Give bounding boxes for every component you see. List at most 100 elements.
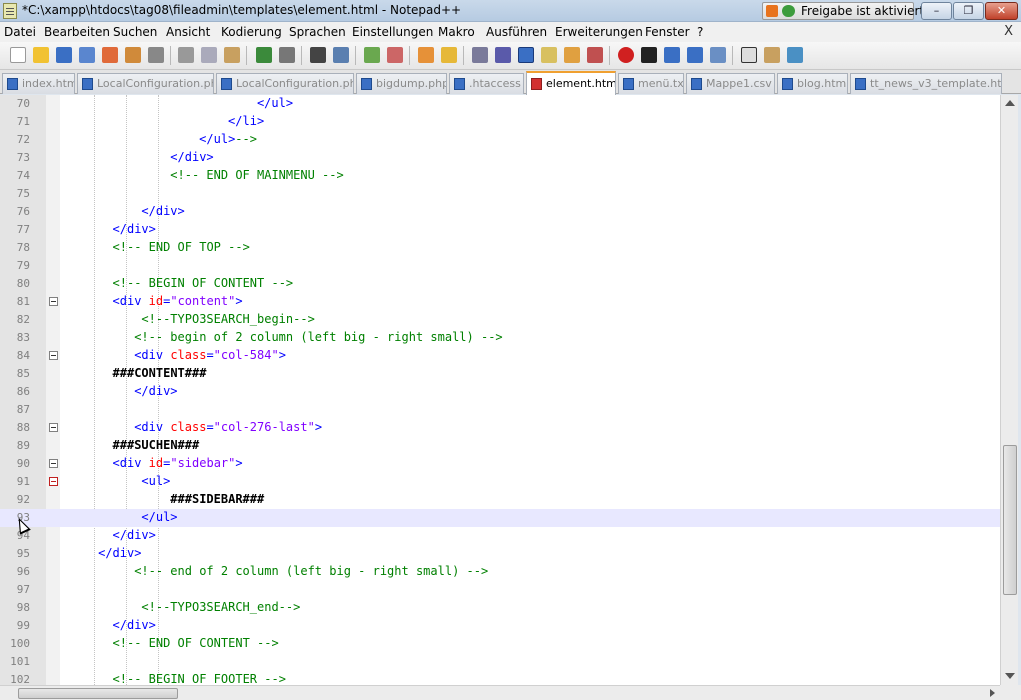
function-list-icon[interactable] (587, 47, 603, 63)
code-line[interactable]: 101 (0, 653, 1000, 671)
code-text[interactable]: </ul>--> (199, 132, 257, 146)
scroll-right-icon[interactable] (990, 689, 995, 697)
code-line[interactable]: 94 </div> (0, 527, 1000, 545)
menu-help[interactable]: ? (697, 25, 703, 39)
code-line[interactable]: 84 <div class="col-584"> (0, 347, 1000, 365)
code-text[interactable]: </div> (170, 150, 213, 164)
code-text[interactable]: <!-- BEGIN OF FOOTER --> (113, 672, 286, 685)
menu-ansicht[interactable]: Ansicht (166, 25, 210, 39)
replace-icon[interactable] (333, 47, 349, 63)
code-text[interactable]: <div class="col-584"> (134, 348, 286, 362)
menu-makro[interactable]: Makro (438, 25, 475, 39)
code-text[interactable]: </div> (98, 546, 141, 560)
save-icon[interactable] (56, 47, 72, 63)
tab-blog-html[interactable]: blog.html (777, 73, 848, 94)
code-line[interactable]: 96 <!-- end of 2 column (left big - right… (0, 563, 1000, 581)
code-line[interactable]: 74 <!-- END OF MAINMENU --> (0, 167, 1000, 185)
code-line[interactable]: 98 <!--TYPO3SEARCH_end--> (0, 599, 1000, 617)
paste-icon[interactable] (224, 47, 240, 63)
menu-ausfuehren[interactable]: Ausführen (486, 25, 547, 39)
code-line[interactable]: 92 ###SIDEBAR### (0, 491, 1000, 509)
code-text[interactable]: ###CONTENT### (113, 366, 207, 380)
code-line[interactable]: 93 </ul> (0, 509, 1000, 527)
tab-index-html[interactable]: index.html (2, 73, 75, 94)
code-line[interactable]: 82 <!--TYPO3SEARCH_begin--> (0, 311, 1000, 329)
code-text[interactable]: </div> (134, 384, 177, 398)
code-line[interactable]: 91 <ul> (0, 473, 1000, 491)
code-line[interactable]: 99 </div> (0, 617, 1000, 635)
code-text[interactable]: <!-- end of 2 column (left big - right s… (134, 564, 488, 578)
tab-localconfiguration-php[interactable]: LocalConfiguration.php (77, 73, 214, 94)
sync-horizontal-icon[interactable] (441, 47, 457, 63)
print-icon[interactable] (148, 47, 164, 63)
code-line[interactable]: 79 (0, 257, 1000, 275)
fold-toggle-icon[interactable] (49, 459, 58, 468)
menu-datei[interactable]: Datei (4, 25, 36, 39)
tab-tt-news-template-html[interactable]: tt_news_v3_template.html (850, 73, 1002, 94)
open-file-icon[interactable] (33, 47, 49, 63)
code-text[interactable]: <!-- begin of 2 column (left big - right… (134, 330, 502, 344)
save-all-icon[interactable] (79, 47, 95, 63)
code-line[interactable]: 86 </div> (0, 383, 1000, 401)
tab-htaccess[interactable]: .htaccess (449, 73, 524, 94)
code-text[interactable]: </ul> (141, 510, 177, 524)
tab-localconfiguration-php-2[interactable]: LocalConfiguration.php (216, 73, 354, 94)
vertical-scrollbar[interactable] (1000, 95, 1018, 685)
tab-menu-txt[interactable]: menü.txt (618, 73, 684, 94)
close-file-icon[interactable] (102, 47, 118, 63)
close-document-button[interactable]: X (1004, 24, 1013, 39)
menu-suchen[interactable]: Suchen (113, 25, 157, 39)
code-text[interactable]: <!-- END OF TOP --> (113, 240, 250, 254)
menu-kodierung[interactable]: Kodierung (221, 25, 282, 39)
minimize-button[interactable]: – (921, 2, 952, 20)
code-text[interactable]: <!-- END OF MAINMENU --> (170, 168, 343, 182)
sync-vertical-icon[interactable] (418, 47, 434, 63)
code-text[interactable]: <!-- BEGIN OF CONTENT --> (113, 276, 294, 290)
code-line[interactable]: 97 (0, 581, 1000, 599)
close-button[interactable]: ✕ (985, 2, 1018, 20)
code-line[interactable]: 75 (0, 185, 1000, 203)
user-language-icon[interactable] (541, 47, 557, 63)
code-text[interactable]: <ul> (141, 474, 170, 488)
code-line[interactable]: 80 <!-- BEGIN OF CONTENT --> (0, 275, 1000, 293)
code-text[interactable]: ###SIDEBAR### (170, 492, 264, 506)
menu-einstellungen[interactable]: Einstellungen (352, 25, 433, 39)
share-status-badge[interactable]: Freigabe ist aktiviert (762, 2, 924, 20)
macro-stop-icon[interactable] (641, 47, 657, 63)
code-line[interactable]: 77 </div> (0, 221, 1000, 239)
code-line[interactable]: 76 </div> (0, 203, 1000, 221)
code-text[interactable]: </div> (113, 528, 156, 542)
code-line[interactable]: 73 </div> (0, 149, 1000, 167)
code-line[interactable]: 81 <div id="content"> (0, 293, 1000, 311)
code-text[interactable]: </ul> (257, 96, 293, 110)
macro-run-multiple-icon[interactable] (687, 47, 703, 63)
fold-toggle-icon[interactable] (49, 423, 58, 432)
code-line[interactable]: 100 <!-- END OF CONTENT --> (0, 635, 1000, 653)
fold-toggle-icon[interactable] (49, 477, 58, 486)
macro-record-icon[interactable] (618, 47, 634, 63)
menu-fenster[interactable]: Fenster (645, 25, 690, 39)
code-text[interactable]: <!-- END OF CONTENT --> (113, 636, 279, 650)
code-editor[interactable]: 70 </ul> 71 </li> 72 </ul>--> 73 </div> 74 <!-- E… (0, 95, 1000, 685)
code-line[interactable]: 102 <!-- BEGIN OF FOOTER --> (0, 671, 1000, 685)
code-text[interactable]: </div> (141, 204, 184, 218)
code-text[interactable]: ###SUCHEN### (113, 438, 200, 452)
fold-toggle-icon[interactable] (49, 351, 58, 360)
code-text[interactable]: <div class="col-276-last"> (134, 420, 322, 434)
copy-icon[interactable] (201, 47, 217, 63)
macro-save-icon[interactable] (710, 47, 726, 63)
code-text[interactable]: <div id="sidebar"> (113, 456, 243, 470)
spell-check-icon[interactable] (787, 47, 803, 63)
code-text[interactable]: </li> (228, 114, 264, 128)
zoom-out-icon[interactable] (387, 47, 403, 63)
code-text[interactable]: </div> (113, 618, 156, 632)
code-text[interactable]: </div> (113, 222, 156, 236)
tab-mappe1-csv[interactable]: Mappe1.csv (686, 73, 775, 94)
fold-toggle-icon[interactable] (49, 297, 58, 306)
tab-element-html[interactable]: element.html (526, 71, 616, 95)
indent-guide-icon[interactable] (518, 47, 534, 63)
code-line[interactable]: 72 </ul>--> (0, 131, 1000, 149)
show-all-chars-icon[interactable] (495, 47, 511, 63)
undo-icon[interactable] (256, 47, 272, 63)
code-line[interactable]: 83 <!-- begin of 2 column (left big - rig… (0, 329, 1000, 347)
